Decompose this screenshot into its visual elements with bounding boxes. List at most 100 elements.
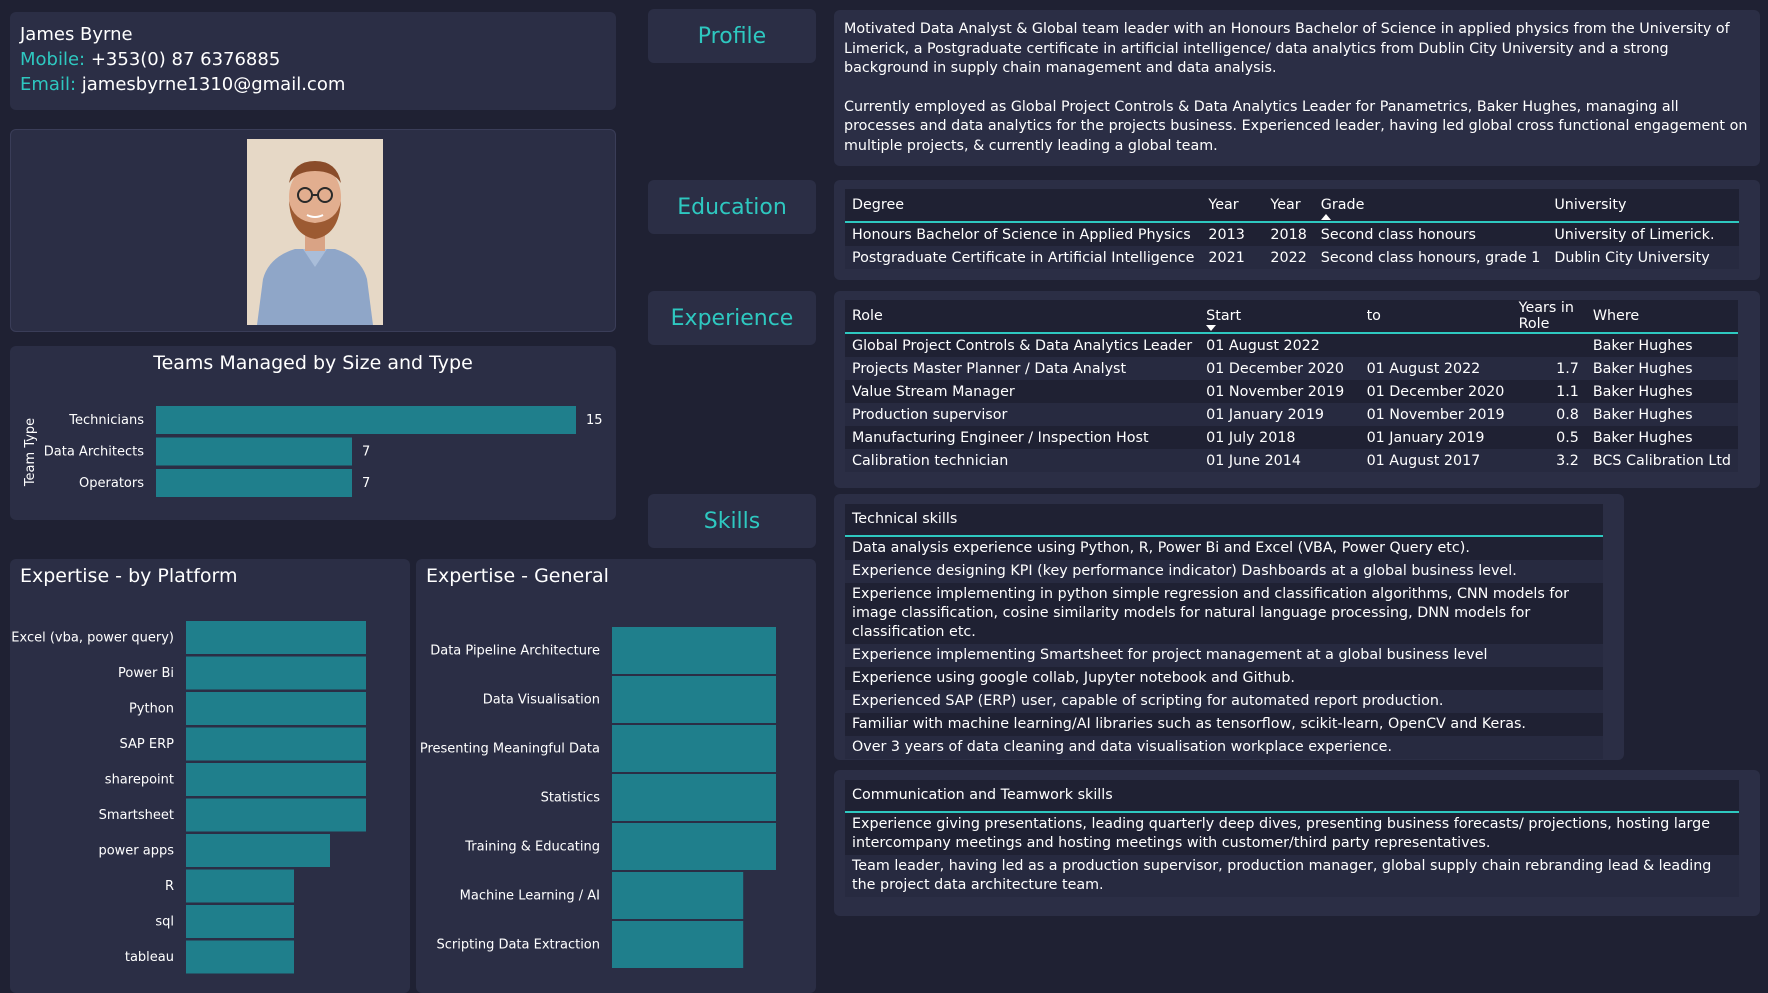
contact-card: James Byrne Mobile: +353(0) 87 6376885 E… [10, 12, 616, 110]
exp-start: 01 June 2014 [1199, 449, 1360, 472]
category-label: Data Architects [44, 445, 144, 460]
exp-years: 0.8 [1511, 403, 1586, 426]
category-label: Operators [79, 476, 144, 491]
bar-power-apps[interactable] [186, 834, 330, 867]
edu-header-year-end[interactable]: Year [1263, 189, 1314, 223]
bar-sql[interactable] [186, 905, 294, 938]
category-label: Presenting Meaningful Data [420, 742, 600, 757]
category-label: SAP ERP [120, 737, 175, 752]
category-label: Python [129, 702, 174, 717]
category-label: R [165, 879, 174, 894]
expertise-platform-chart: Excel (vba, power query) Power Bi Python SA… [11, 621, 366, 974]
bar-excel-vba-power-query-[interactable] [186, 621, 366, 654]
sort-descending-icon[interactable] [1206, 325, 1217, 331]
exp-years: 1.7 [1511, 357, 1586, 380]
category-label: Data Pipeline Architecture [430, 644, 600, 659]
bar-sap-erp[interactable] [186, 727, 366, 761]
edu-header-grade[interactable]: Grade [1313, 189, 1548, 223]
exp-start: 01 July 2018 [1199, 426, 1360, 449]
exp-years [1511, 333, 1586, 357]
bar-presenting-meaningful-data[interactable] [612, 725, 776, 772]
list-item: Over 3 years of data cleaning and data v… [845, 736, 1603, 759]
email-line: Email: jamesbyrne1310@gmail.com [20, 72, 606, 97]
exp-header-years[interactable]: Years in Role [1511, 300, 1586, 334]
exp-to: 01 December 2020 [1359, 380, 1512, 403]
bar-data-architects[interactable] [156, 437, 352, 466]
edu-year-start: 2013 [1201, 222, 1264, 246]
exp-header-to[interactable]: to [1359, 300, 1512, 334]
section-profile[interactable]: Profile [648, 9, 816, 63]
exp-header-start[interactable]: Start [1199, 300, 1360, 334]
category-label: Excel (vba, power query) [11, 631, 174, 646]
exp-role: Manufacturing Engineer / Inspection Host [845, 426, 1200, 449]
teams-chart-panel: Teams Managed by Size and Type Team Type… [10, 346, 616, 520]
bar-data-pipeline-architecture[interactable] [612, 627, 776, 674]
category-label: Machine Learning / AI [460, 889, 600, 904]
edu-header-degree[interactable]: Degree [845, 189, 1202, 223]
exp-where: Baker Hughes [1585, 357, 1738, 380]
category-label: Scripting Data Extraction [437, 938, 600, 953]
sort-ascending-icon[interactable] [1320, 214, 1331, 220]
teams-chart: Team Type Technicians 15 Data Architects 7 O… [23, 406, 603, 497]
exp-to: 01 November 2019 [1359, 403, 1512, 426]
communication-skills-list: Communication and Teamwork skills Experi… [845, 780, 1739, 897]
exp-role: Projects Master Planner / Data Analyst [845, 357, 1200, 380]
exp-role: Production supervisor [845, 403, 1200, 426]
edu-university: Dublin City University [1547, 246, 1739, 269]
bar-tableau[interactable] [186, 940, 294, 974]
section-education[interactable]: Education [648, 180, 816, 234]
bar-data-visualisation[interactable] [612, 676, 776, 723]
edu-header-university[interactable]: University [1547, 189, 1739, 223]
expertise-general-chart: Data Pipeline Architecture Data Visualisa… [420, 627, 776, 968]
exp-to: 01 January 2019 [1359, 426, 1512, 449]
experience-panel: Role Start to Years in Role Where Global… [834, 291, 1760, 488]
exp-header-where[interactable]: Where [1585, 300, 1738, 334]
communication-skills-header[interactable]: Communication and Teamwork skills [845, 780, 1739, 813]
table-row: Projects Master Planner / Data Analyst 01… [845, 357, 1738, 380]
exp-to [1359, 333, 1512, 357]
category-label: Statistics [541, 791, 601, 806]
bar-technicians[interactable] [156, 406, 576, 434]
bar-scripting-data-extraction[interactable] [612, 921, 744, 968]
exp-to: 01 August 2017 [1359, 449, 1512, 472]
exp-header-role[interactable]: Role [845, 300, 1200, 334]
section-experience[interactable]: Experience [648, 291, 816, 345]
bar-python[interactable] [186, 692, 366, 725]
mobile-label: Mobile: [20, 49, 86, 70]
profile-paragraph-2: Currently employed as Global Project Con… [844, 98, 1748, 154]
bar-operators[interactable] [156, 469, 352, 497]
exp-start: 01 November 2019 [1199, 380, 1360, 403]
category-label: sql [155, 915, 174, 930]
category-label: sharepoint [105, 773, 174, 788]
bar-machine-learning-ai[interactable] [612, 872, 744, 919]
list-item: Experience designing KPI (key performanc… [845, 560, 1603, 583]
exp-start: 01 August 2022 [1199, 333, 1360, 357]
list-item: Experience giving presentations, leading… [845, 813, 1739, 855]
edu-header-year-start[interactable]: Year [1201, 189, 1264, 223]
bar-power-bi[interactable] [186, 656, 366, 690]
mobile-line: Mobile: +353(0) 87 6376885 [20, 47, 606, 72]
bar-r[interactable] [186, 869, 294, 903]
data-label: 15 [586, 413, 603, 428]
technical-skills-header[interactable]: Technical skills [845, 504, 1603, 537]
category-label: tableau [125, 950, 174, 965]
category-label: Training & Educating [464, 840, 600, 855]
exp-to: 01 August 2022 [1359, 357, 1512, 380]
expertise-platform-panel: Expertise - by Platform Excel (vba, powe… [10, 559, 410, 993]
bar-training-educating[interactable] [612, 823, 776, 870]
edu-year-end: 2018 [1263, 222, 1314, 246]
exp-years: 3.2 [1511, 449, 1586, 472]
exp-role: Calibration technician [845, 449, 1200, 472]
bar-smartsheet[interactable] [186, 798, 366, 832]
section-skills[interactable]: Skills [648, 494, 816, 548]
expertise-general-panel: Expertise - General Data Pipeline Archit… [416, 559, 816, 993]
table-row: Production supervisor 01 January 2019 01 N… [845, 403, 1738, 426]
list-item: Data analysis experience using Python, R… [845, 537, 1603, 560]
table-row: Global Project Controls & Data Analytics… [845, 333, 1738, 357]
communication-skills-panel: Communication and Teamwork skills Experi… [834, 770, 1760, 916]
bar-statistics[interactable] [612, 774, 776, 821]
bar-sharepoint[interactable] [186, 763, 366, 796]
email-address[interactable]: jamesbyrne1310@gmail.com [82, 74, 346, 95]
data-label: 7 [362, 476, 370, 491]
category-label: power apps [98, 844, 174, 859]
